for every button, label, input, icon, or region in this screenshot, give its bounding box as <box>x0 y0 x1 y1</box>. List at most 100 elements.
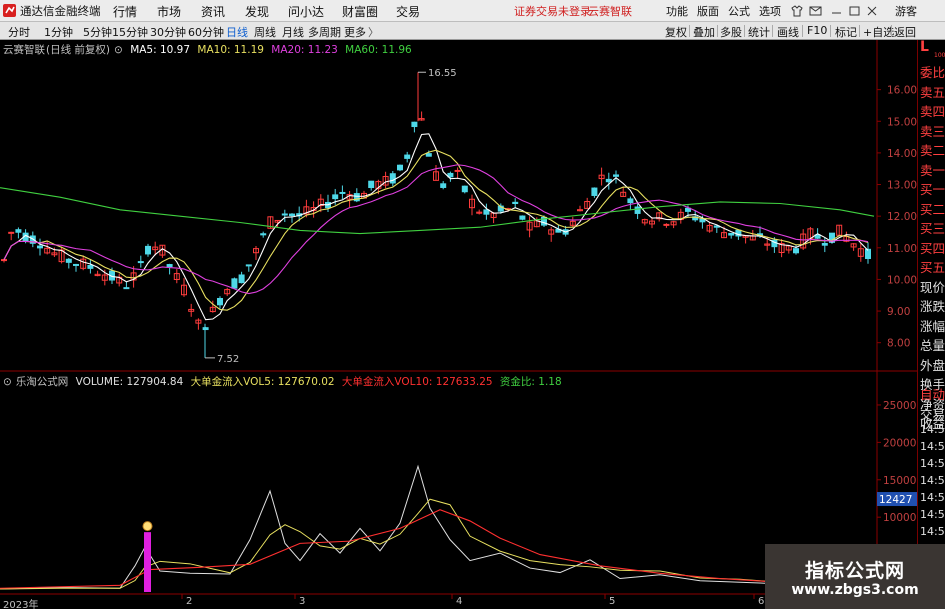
panel-price: 现价 <box>920 280 945 295</box>
candle-body <box>411 121 418 128</box>
period-5min[interactable]: 5分钟 <box>83 24 112 40</box>
menu-caifuquan[interactable]: 财富圈 <box>342 3 378 20</box>
panel-volume: 总量 <box>920 338 945 353</box>
tool-fuquan[interactable]: 复权 <box>665 24 687 40</box>
dropdown-icon[interactable]: ⊙ <box>114 44 123 56</box>
price-tick-label: 9.00 <box>887 306 910 318</box>
tool-huaxian[interactable]: 画线 <box>777 24 799 40</box>
settings-gear-icon[interactable]: ⊙ <box>3 376 12 388</box>
candle-body <box>461 185 468 193</box>
corner-label: L <box>920 39 929 55</box>
candle-body <box>440 183 447 188</box>
menu-gongneng[interactable]: 功能 <box>666 3 688 19</box>
candle-body <box>793 248 799 254</box>
menu-gongshi[interactable]: 公式 <box>728 3 750 19</box>
volume-highlight-bar <box>144 532 151 592</box>
panel-change: 涨跌 <box>920 299 945 314</box>
panel-weibi: 委比 <box>920 65 945 80</box>
x-label-feb: 2 <box>186 596 193 607</box>
candle-body <box>281 213 288 216</box>
candle-body <box>73 263 79 266</box>
mail-icon[interactable] <box>809 6 822 16</box>
tool-duogu[interactable]: 多股 <box>720 24 742 40</box>
trade-login-notice[interactable]: 证券交易未登录 <box>514 3 591 19</box>
period-fenshi[interactable]: 分时 <box>8 24 30 40</box>
candle-body <box>605 178 612 183</box>
high-marker-label: 16.55 <box>428 68 457 79</box>
menu-faxian[interactable]: 发现 <box>245 3 269 20</box>
money-bag-icon <box>142 521 153 532</box>
app-title: 通达信金融终端 <box>20 4 101 18</box>
user-label[interactable]: 游客 <box>895 3 917 19</box>
candle-body <box>137 261 144 264</box>
candle-body <box>591 187 598 196</box>
candle-body <box>663 223 670 226</box>
menu-banmian[interactable]: 版面 <box>697 3 719 19</box>
panel-auto-trade[interactable]: 自动 <box>920 384 945 403</box>
period-1min[interactable]: 1分钟 <box>44 24 73 40</box>
menu-hangqing[interactable]: 行情 <box>113 3 137 20</box>
maximize-icon[interactable] <box>849 6 860 16</box>
menu-wenxiaoda[interactable]: 问小达 <box>288 3 324 20</box>
ma20-label: MA20: 11.23 <box>271 44 338 56</box>
shirt-icon[interactable] <box>791 5 803 17</box>
candle-body <box>404 154 411 159</box>
tick-time-4: 14:56 <box>920 474 945 487</box>
candle-body <box>368 180 375 189</box>
period-more[interactable]: 更多 <box>344 24 366 40</box>
panel-buy4: 买四 <box>920 241 945 256</box>
menu-jiaoyi[interactable]: 交易 <box>396 3 420 20</box>
tool-tongji[interactable]: 统计 <box>748 24 770 40</box>
kline-chart-area[interactable]: 16.55 7.52 16.00 15.00 14.00 13.00 12.00 11.00… <box>0 40 945 609</box>
tool-add-watchlist[interactable]: +自选 <box>863 24 894 40</box>
price-tick-label: 15.00 <box>887 116 917 128</box>
x-label-mar: 3 <box>299 596 306 607</box>
candle-body <box>627 198 634 204</box>
candle-body <box>145 245 151 255</box>
close-icon[interactable] <box>867 6 877 16</box>
period-monthly[interactable]: 月线 <box>282 24 304 40</box>
candle-body <box>123 287 130 290</box>
chart-grid <box>0 40 945 609</box>
volume-tick-label: 15000 <box>883 475 916 487</box>
volume-legend: ⊙ 乐淘公式网 VOLUME: 127904.84 大单金流入VOL5: 1276… <box>3 374 566 388</box>
panel-buy3: 买三 <box>920 221 945 236</box>
chart-mode: (日线 前复权) <box>46 44 111 56</box>
panel-sell1: 卖一 <box>920 163 945 178</box>
tick-time-7: 14:56 <box>920 525 945 538</box>
price-tick-label: 13.00 <box>887 180 917 192</box>
app-logo-icon <box>3 4 16 17</box>
candle-body <box>65 258 72 263</box>
x-label-apr: 4 <box>456 596 463 607</box>
panel-trade[interactable]: 交易 <box>920 404 945 423</box>
menu-zixun[interactable]: 资讯 <box>201 3 225 20</box>
period-60min[interactable]: 60分钟 <box>188 24 224 40</box>
period-30min[interactable]: 30分钟 <box>150 24 186 40</box>
tick-time-3: 14:56 <box>920 457 945 470</box>
tool-biaoji[interactable]: 标记 <box>835 24 857 40</box>
period-daily[interactable]: 日线 <box>226 24 248 40</box>
period-multi[interactable]: 多周期 <box>308 24 341 40</box>
candle-body <box>166 264 173 268</box>
x-label-jun: 6 <box>758 596 765 607</box>
watermark-url: www.zbgs3.com <box>791 582 919 598</box>
tool-diejia[interactable]: 叠加 <box>693 24 715 40</box>
tool-back[interactable]: 返回 <box>894 24 916 40</box>
menu-xuanxiang[interactable]: 选项 <box>759 3 781 19</box>
tick-time-2: 14:56 <box>920 440 945 453</box>
price-tick-label: 10.00 <box>887 274 917 286</box>
low-marker-label: 7.52 <box>217 354 239 365</box>
period-weekly[interactable]: 周线 <box>254 24 276 40</box>
price-tick-label: 8.00 <box>887 338 910 350</box>
candle-body <box>483 209 490 215</box>
ma5-label: MA5: 10.97 <box>130 44 191 56</box>
candle-body <box>728 232 735 236</box>
menu-shichang[interactable]: 市场 <box>157 3 181 20</box>
period-15min[interactable]: 15分钟 <box>112 24 148 40</box>
company-link[interactable]: 云赛智联 <box>588 3 632 19</box>
volume-tick-label: 10000 <box>883 512 916 524</box>
watermark-banner: 指标公式网 www.zbgs3.com <box>765 544 945 609</box>
toolbar-divider <box>859 25 860 37</box>
more-chevron-icon[interactable]: 〉 <box>368 24 379 40</box>
tool-f10[interactable]: F10 <box>807 24 827 37</box>
